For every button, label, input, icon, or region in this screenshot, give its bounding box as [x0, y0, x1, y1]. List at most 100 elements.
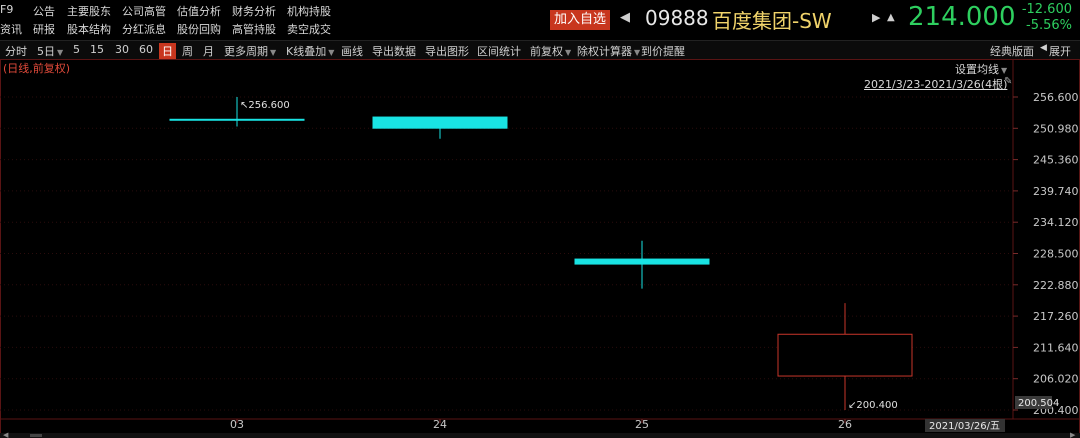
toolbar-label-1: 5日 — [37, 45, 55, 58]
scroll-right-icon[interactable]: ▶ — [1070, 431, 1076, 438]
change-percent: -5.56% — [1026, 18, 1072, 33]
header-link2-5[interactable]: 高管持股 — [232, 21, 276, 37]
chevron-down-icon: ▼ — [1001, 66, 1008, 75]
low-annotation: ↙200.400 — [848, 400, 898, 411]
chevron-down-icon: ▼ — [57, 48, 64, 57]
y-tick-label: 239.740 — [1033, 185, 1079, 198]
scrollbar-track[interactable] — [0, 433, 1080, 438]
toolbar-label-7: 周 — [182, 45, 193, 58]
toolbar-item-17[interactable]: 到价提醒 — [641, 43, 685, 59]
toolbar-item-4[interactable]: 30 — [115, 43, 129, 56]
toolbar-label-9: 更多周期 — [224, 45, 268, 58]
scroll-left-icon[interactable]: ◀ — [3, 431, 9, 438]
set-ma-label: 设置均线 — [955, 63, 999, 76]
toolbar-label-12: 导出数据 — [372, 45, 416, 58]
toolbar-right-0[interactable]: 经典版面 — [990, 43, 1034, 59]
alert-bell-icon[interactable]: ▲ — [887, 12, 895, 23]
toolbar-item-12[interactable]: 导出数据 — [372, 43, 416, 59]
prev-stock-icon[interactable]: ◀ — [620, 10, 630, 25]
set-ma-button[interactable]: 设置均线 ▼ — [955, 61, 1007, 77]
toolbar-right-1[interactable]: 展开 — [1049, 43, 1071, 59]
toolbar-item-7[interactable]: 周 — [182, 43, 193, 59]
toolbar-item-14[interactable]: 区间统计 — [477, 43, 521, 59]
y-tick-label: 217.260 — [1033, 310, 1079, 323]
header-link2-3[interactable]: 分红派息 — [122, 21, 166, 37]
toolbar-item-15[interactable]: 前复权 ▼ — [530, 43, 571, 59]
header-link2-2[interactable]: 股本结构 — [67, 21, 111, 37]
toolbar-item-8[interactable]: 月 — [203, 43, 214, 59]
y-tick-label: 228.500 — [1033, 248, 1079, 261]
toolbar-label-14: 区间统计 — [477, 45, 521, 58]
toolbar-item-11[interactable]: 画线 — [341, 43, 363, 59]
change-value: -12.600 — [1021, 2, 1072, 17]
chevron-down-icon: ▼ — [634, 48, 641, 57]
toolbar-label-5: 60 — [139, 43, 153, 56]
toolbar-label-6: 日 — [162, 45, 173, 58]
chart-frame — [0, 59, 1080, 438]
header-link-5[interactable]: 财务分析 — [232, 3, 276, 19]
chevron-down-icon: ▼ — [270, 48, 277, 57]
candle-body[interactable] — [574, 258, 710, 265]
toolbar-label-3: 15 — [90, 43, 104, 56]
header-link-3[interactable]: 公司高管 — [122, 3, 166, 19]
quote-header: F9 公告 主要股东 公司高管 估值分析 财务分析 机构持股 资讯 研报 股本结构 分红派息 股份回… — [0, 0, 1080, 40]
toolbar-item-6[interactable]: 日 — [159, 43, 176, 59]
header-link-6[interactable]: 机构持股 — [287, 3, 331, 19]
range-label: 2021/3/23-2021/3/26(4根) — [864, 78, 1008, 91]
candle-body[interactable] — [372, 116, 508, 129]
next-stock-icon[interactable]: ▶ — [872, 11, 880, 24]
price-change: -12.600 -5.56% — [1020, 2, 1072, 34]
y-tick-label: 206.020 — [1033, 373, 1079, 386]
candle-body[interactable] — [777, 333, 913, 377]
header-link-2[interactable]: 主要股东 — [67, 3, 111, 19]
header-link-4[interactable]: 估值分析 — [177, 3, 221, 19]
header-link2-1[interactable]: 研报 — [33, 21, 55, 37]
toolbar-item-16[interactable]: 除权计算器 ▼ — [577, 43, 640, 59]
toolbar-label-15: 前复权 — [530, 45, 563, 58]
toolbar-item-5[interactable]: 60 — [139, 43, 153, 56]
y-tick-label: 222.880 — [1033, 279, 1079, 292]
toolbar-label-10: K线叠加 — [286, 45, 327, 58]
collapse-icon[interactable]: ◀ — [1040, 43, 1047, 53]
toolbar-item-2[interactable]: 5 — [73, 43, 80, 56]
last-value-label: 200.504 — [1018, 398, 1059, 409]
scrollbar-thumb[interactable] — [30, 434, 42, 437]
candle-body[interactable] — [169, 118, 305, 121]
toolbar-item-3[interactable]: 15 — [90, 43, 104, 56]
y-tick-label: 250.980 — [1033, 122, 1079, 135]
stock-name: 百度集团-SW — [712, 9, 832, 33]
header-link2-0[interactable]: 资讯 — [0, 21, 22, 37]
toolbar-item-13[interactable]: 导出图形 — [425, 43, 469, 59]
header-link-0[interactable]: F9 — [0, 3, 13, 16]
header-link2-4[interactable]: 股份回购 — [177, 21, 221, 37]
chevron-down-icon: ▼ — [328, 48, 335, 57]
toolbar-label-4: 30 — [115, 43, 129, 56]
kline-chart[interactable]: 256.600 250.980 245.360 239.740 234.120 228.5… — [0, 59, 1080, 438]
toolbar-item-0[interactable]: 分时 — [5, 43, 27, 59]
y-tick-label: 245.360 — [1033, 154, 1079, 167]
header-link-1[interactable]: 公告 — [33, 3, 55, 19]
toolbar-label-13: 导出图形 — [425, 45, 469, 58]
high-annotation: ↖256.600 — [240, 100, 290, 111]
y-tick-label: 256.600 — [1033, 91, 1079, 104]
y-tick-label: 211.640 — [1033, 341, 1079, 354]
chart-toolbar: 分时 5日 ▼ 5 15 30 60 日周月更多周期 ▼ K线叠加 ▼ 画线 导出数据 导出图形 区间统计前… — [0, 40, 1080, 60]
current-price: 214.000 — [908, 2, 1016, 32]
add-watchlist-button[interactable]: 加入自选 — [550, 10, 611, 30]
toolbar-item-1[interactable]: 5日 ▼ — [37, 43, 63, 59]
toolbar-label-16: 除权计算器 — [577, 45, 632, 58]
date-label: 2021/03/26/五 — [929, 421, 1000, 432]
y-tick-label: 234.120 — [1033, 216, 1079, 229]
toolbar-label-17: 到价提醒 — [641, 45, 685, 58]
toolbar-label-0: 分时 — [5, 45, 27, 58]
stock-code: 09888 — [645, 6, 709, 30]
toolbar-item-10[interactable]: K线叠加 ▼ — [286, 43, 334, 59]
toolbar-item-9[interactable]: 更多周期 ▼ — [224, 43, 276, 59]
toolbar-label-8: 月 — [203, 45, 214, 58]
chart-subtitle: (日线,前复权) — [3, 62, 71, 75]
pin-icon[interactable]: ✎ — [1004, 76, 1012, 87]
toolbar-label-11: 画线 — [341, 45, 363, 58]
toolbar-label-2: 5 — [73, 43, 80, 56]
chevron-down-icon: ▼ — [565, 48, 572, 57]
header-link2-6[interactable]: 卖空成交 — [287, 21, 331, 37]
